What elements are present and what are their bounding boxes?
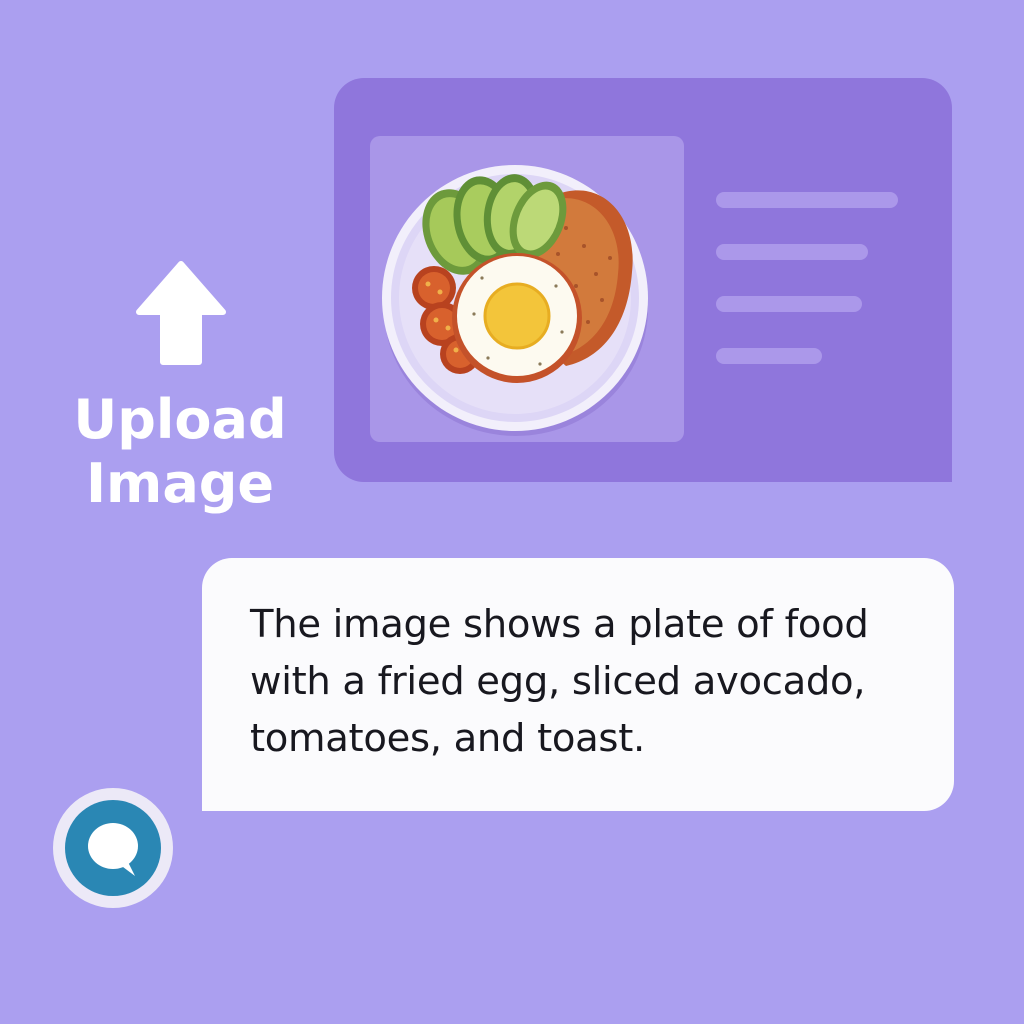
image-preview-card xyxy=(334,78,952,482)
caption-text: The image shows a plate of food with a f… xyxy=(250,602,869,761)
upload-label-line-2: Image xyxy=(85,452,275,515)
description-placeholder-line xyxy=(716,348,822,364)
food-plate-illustration xyxy=(382,165,648,436)
chat-bubble-icon xyxy=(88,823,138,876)
upload-arrow-icon xyxy=(136,261,226,365)
description-placeholder-line xyxy=(716,296,862,312)
upload-image-button[interactable]: Upload Image xyxy=(60,250,300,540)
upload-label-line-1: Upload xyxy=(73,388,287,451)
caption-message-bubble: The image shows a plate of food with a f… xyxy=(202,558,954,811)
upload-label: Upload Image xyxy=(60,388,300,516)
assistant-avatar[interactable] xyxy=(53,788,173,908)
image-thumbnail[interactable] xyxy=(370,136,684,442)
description-placeholder-line xyxy=(716,192,898,208)
description-placeholder-line xyxy=(716,244,868,260)
